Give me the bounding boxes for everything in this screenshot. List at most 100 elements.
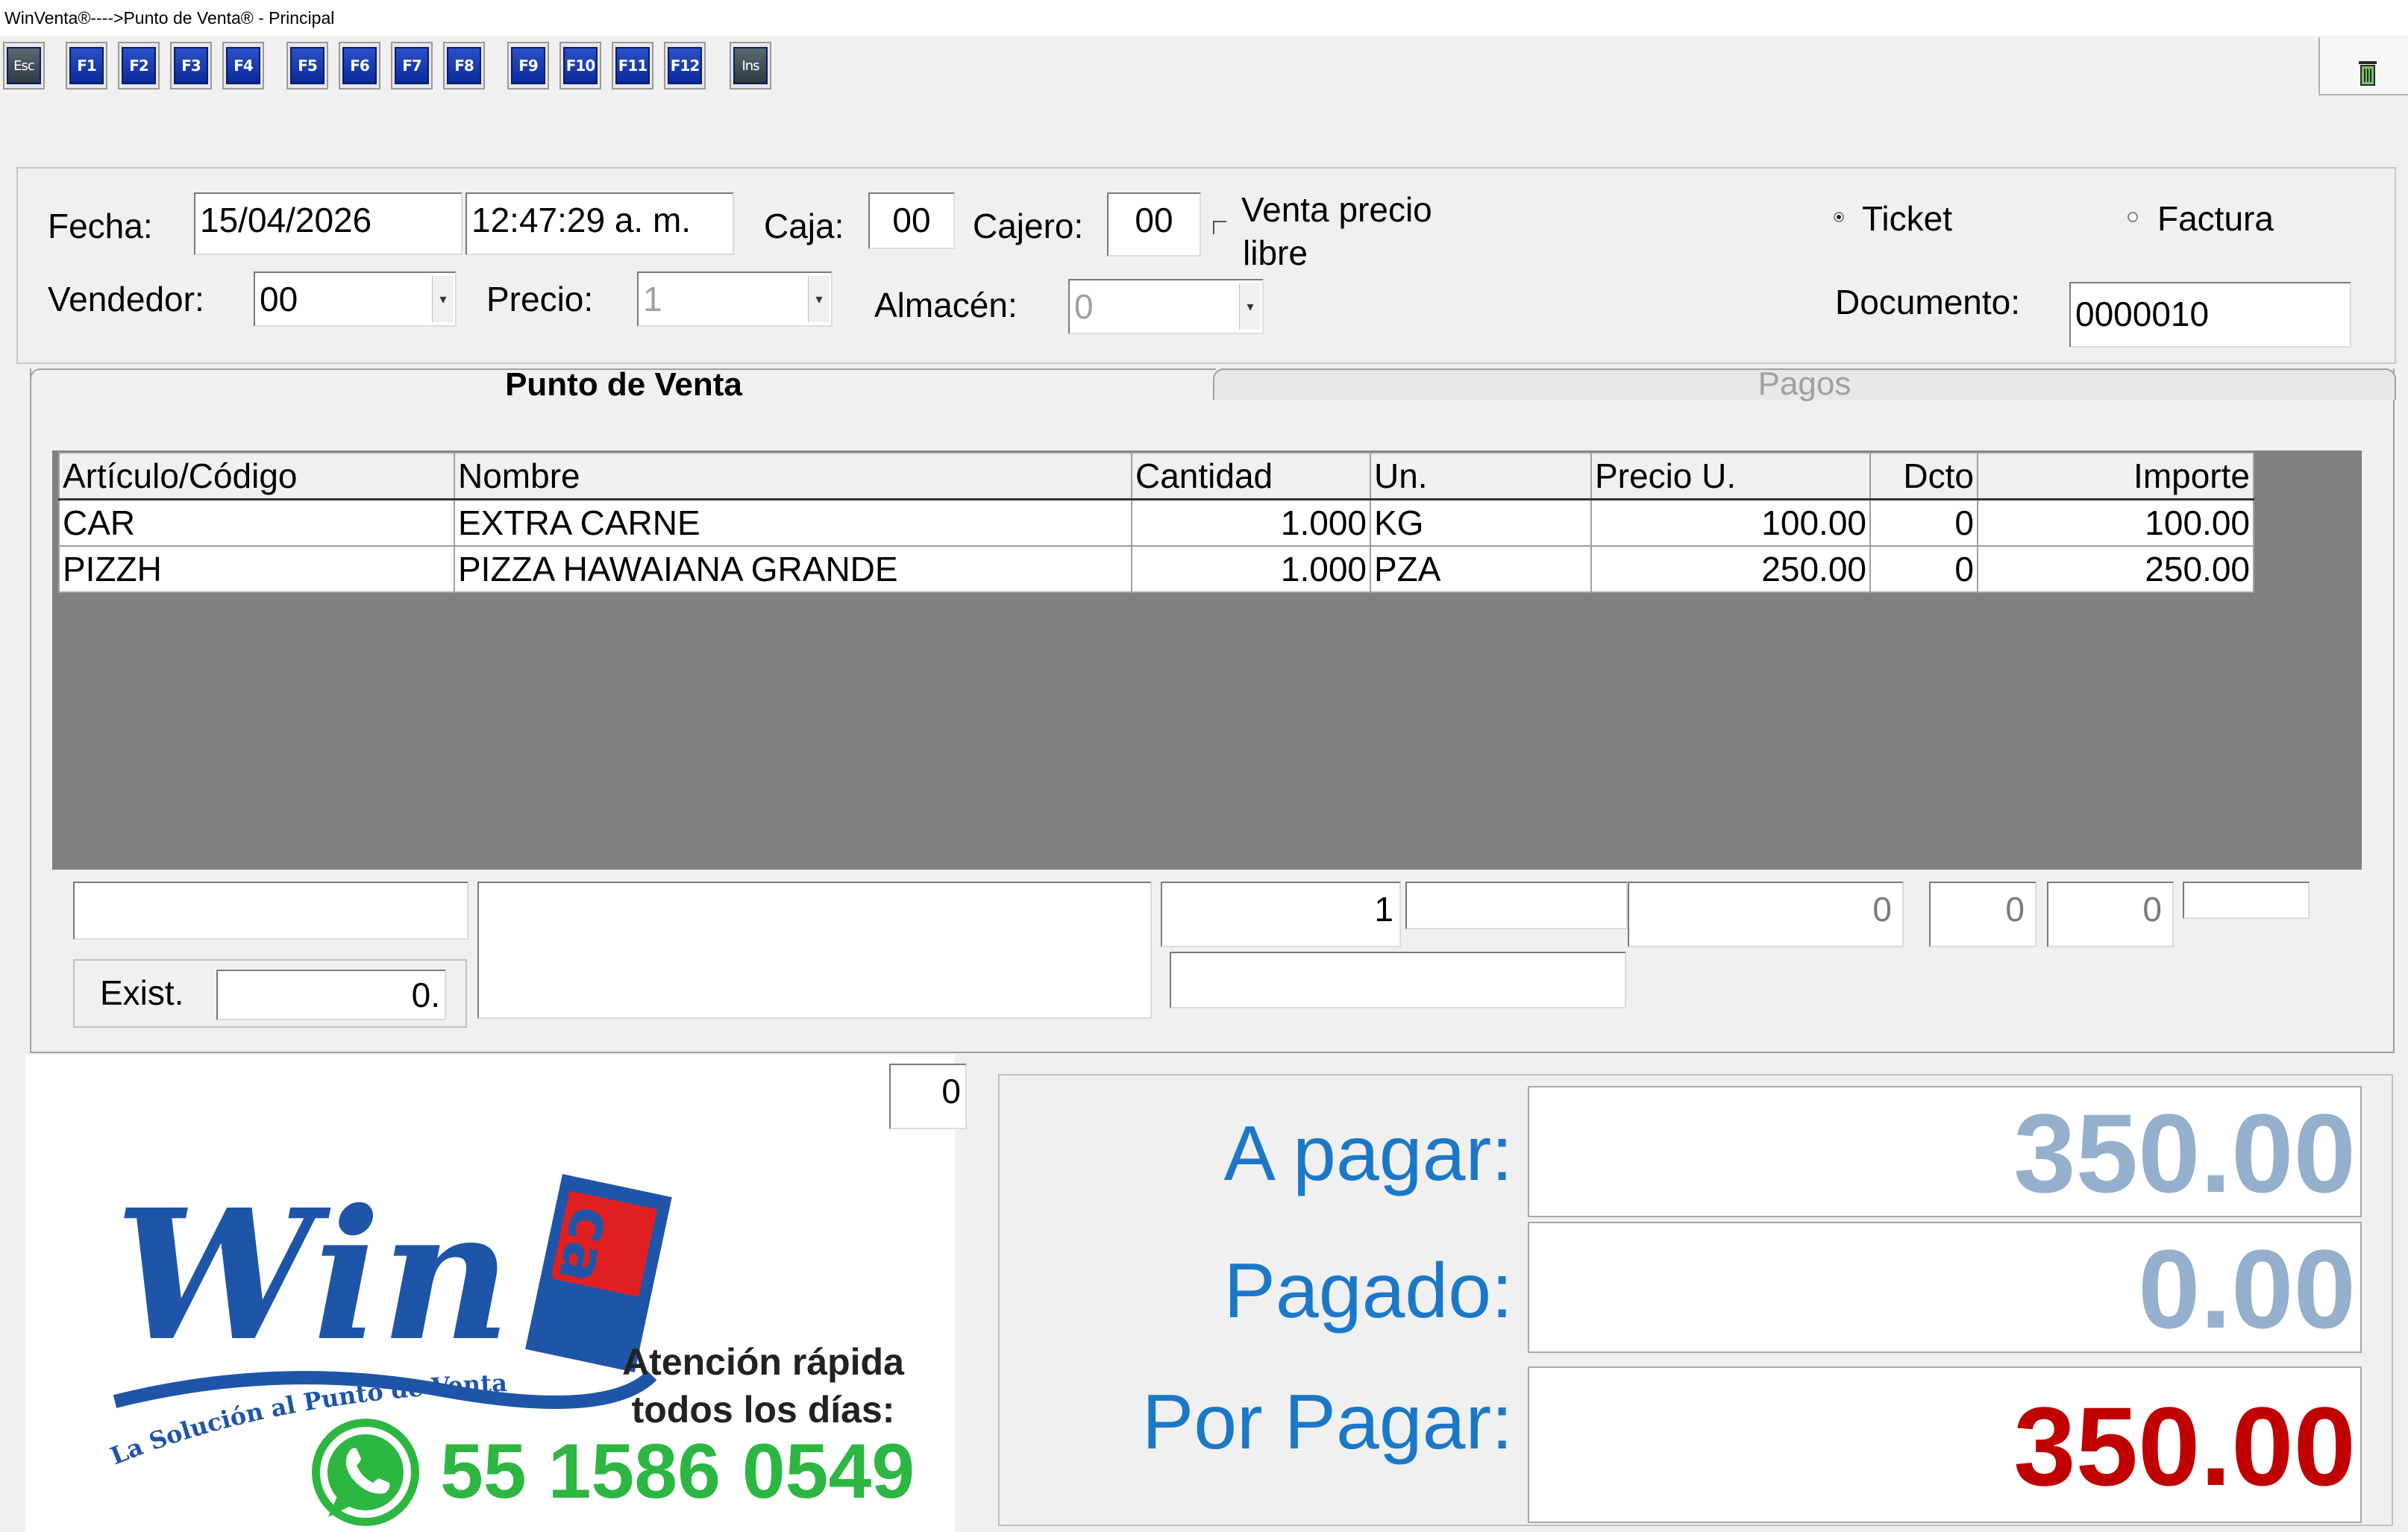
- por-pagar-label: Por Pagar:: [1141, 1379, 1513, 1466]
- f4-key-label: F4: [226, 47, 260, 84]
- extra-entry[interactable]: [2183, 882, 2310, 919]
- notes-entry[interactable]: [1170, 952, 1626, 1008]
- promo-phone: 55 1586 0549: [440, 1428, 915, 1515]
- caja-field[interactable]: 00: [868, 192, 955, 249]
- cell-nombre: PIZZA HAWAIANA GRANDE: [454, 545, 1132, 593]
- caja-label: Caja:: [764, 207, 844, 245]
- promo-line1: Atención rápida: [622, 1341, 904, 1383]
- cell-precio: 250.00: [1590, 545, 1871, 593]
- f2-key-button[interactable]: F2: [118, 42, 160, 90]
- f4-key-button[interactable]: F4: [222, 42, 264, 90]
- almacen-select[interactable]: 0 ▾: [1068, 279, 1264, 334]
- column-header-precio[interactable]: Precio U.: [1590, 452, 1871, 500]
- ticket-label: Ticket: [1862, 199, 1952, 238]
- cell-cantidad: 1.000: [1131, 545, 1371, 593]
- almacen-label: Almacén:: [874, 286, 1018, 324]
- venta-libre-label-line1: Venta precio: [1241, 190, 1432, 229]
- precio-select[interactable]: 1 ▾: [637, 271, 833, 327]
- ins-key-label: Ins: [733, 47, 768, 84]
- f1-key-label: F1: [69, 47, 104, 84]
- f8-key-label: F8: [447, 47, 481, 84]
- ticket-radio[interactable]: [1834, 212, 1844, 222]
- f5-key-button[interactable]: F5: [286, 42, 328, 90]
- vendedor-value: 00: [260, 280, 298, 318]
- exist-label: Exist.: [100, 973, 184, 1012]
- cell-precio: 100.00: [1590, 498, 1871, 547]
- precio-value: 1: [643, 280, 662, 318]
- f11-key-label: F11: [615, 47, 650, 84]
- fecha-field[interactable]: 15/04/2026: [194, 192, 463, 255]
- table-row[interactable]: PIZZH PIZZA HAWAIANA GRANDE 1.000 PZA 25…: [58, 545, 2254, 593]
- nombre-entry[interactable]: [477, 882, 1152, 1019]
- column-header-cantidad[interactable]: Cantidad: [1131, 452, 1371, 500]
- column-header-nombre[interactable]: Nombre: [454, 452, 1132, 500]
- cajero-field[interactable]: 00: [1107, 192, 1201, 257]
- chevron-down-icon: ▾: [808, 276, 830, 322]
- cell-nombre: EXTRA CARNE: [454, 498, 1132, 547]
- factura-radio[interactable]: [2128, 212, 2138, 222]
- importe-entry[interactable]: 0: [2047, 882, 2174, 947]
- trash-button[interactable]: [2318, 37, 2408, 95]
- f5-key-label: F5: [290, 47, 324, 84]
- column-header-articulo[interactable]: Artículo/Código: [58, 452, 455, 500]
- cell-articulo: PIZZH: [58, 545, 455, 593]
- f9-key-button[interactable]: F9: [507, 42, 549, 90]
- factura-label: Factura: [2157, 199, 2274, 238]
- tab-punto-de-venta[interactable]: Punto de Venta: [30, 368, 1216, 401]
- tab-pagos[interactable]: Pagos: [1213, 368, 2396, 401]
- pagado-value: 0.00: [1528, 1222, 2362, 1353]
- cell-unidad: KG: [1370, 498, 1592, 547]
- documento-field[interactable]: 0000010: [2069, 282, 2351, 348]
- fecha-label: Fecha:: [48, 207, 153, 245]
- f1-key-button[interactable]: F1: [66, 42, 107, 90]
- f3-key-button[interactable]: F3: [170, 42, 212, 90]
- vendedor-select[interactable]: 00 ▾: [254, 271, 457, 327]
- cell-dcto: 0: [1869, 498, 1978, 547]
- cantidad-entry[interactable]: 1: [1161, 882, 1401, 947]
- f11-key-button[interactable]: F11: [612, 42, 653, 90]
- window-title: WinVenta®---->Punto de Venta® - Principa…: [0, 0, 2408, 36]
- ins-key-button[interactable]: Ins: [730, 42, 771, 90]
- unidad-entry[interactable]: [1405, 882, 1628, 929]
- precio-label: Precio:: [486, 280, 594, 318]
- venta-libre-checkbox[interactable]: [1213, 221, 1226, 234]
- f10-key-button[interactable]: F10: [559, 42, 601, 90]
- venta-libre-label-line2: libre: [1243, 233, 1308, 272]
- cell-importe: 100.00: [1977, 498, 2254, 547]
- promo-banner: Win caja La Solución al Punto de Venta A…: [25, 1055, 955, 1532]
- dcto-entry[interactable]: 0: [1929, 882, 2037, 947]
- cell-cantidad: 1.000: [1131, 498, 1371, 547]
- hora-field[interactable]: 12:47:29 a. m.: [465, 192, 734, 255]
- pagado-label: Pagado:: [1223, 1248, 1513, 1334]
- venta-libre-label: Venta precio: [1241, 189, 1432, 230]
- f8-key-button[interactable]: F8: [443, 42, 485, 90]
- f6-key-button[interactable]: F6: [339, 42, 380, 90]
- table-header-row: Artículo/Código Nombre Cantidad Un. Prec…: [58, 452, 2254, 500]
- f9-key-label: F9: [511, 47, 545, 84]
- sales-table: Artículo/Código Nombre Cantidad Un. Prec…: [58, 452, 2254, 593]
- precio-entry[interactable]: 0: [1628, 882, 1904, 947]
- column-header-dcto[interactable]: Dcto: [1869, 452, 1978, 500]
- f3-key-label: F3: [174, 47, 208, 84]
- articulo-entry[interactable]: [73, 882, 468, 940]
- cell-importe: 250.00: [1977, 545, 2254, 593]
- f12-key-label: F12: [668, 47, 702, 84]
- column-header-unidad[interactable]: Un.: [1370, 452, 1592, 500]
- chevron-down-icon: ▾: [432, 276, 454, 322]
- promo-line2: todos los días:: [631, 1389, 895, 1431]
- a-pagar-label: A pagar:: [1223, 1111, 1513, 1197]
- f6-key-label: F6: [342, 47, 377, 84]
- almacen-value: 0: [1074, 287, 1094, 326]
- column-header-importe[interactable]: Importe: [1977, 452, 2254, 500]
- cajero-label: Cajero:: [973, 207, 1084, 245]
- documento-label: Documento:: [1835, 283, 2021, 321]
- f2-key-label: F2: [122, 47, 156, 84]
- table-row[interactable]: CAR EXTRA CARNE 1.000 KG 100.00 0 100.00: [58, 498, 2254, 547]
- exist-field: 0.: [216, 970, 446, 1020]
- f7-key-label: F7: [395, 47, 429, 84]
- cell-unidad: PZA: [1370, 545, 1592, 593]
- esc-key-button[interactable]: Esc: [3, 42, 45, 90]
- cell-articulo: CAR: [58, 498, 455, 547]
- f7-key-button[interactable]: F7: [391, 42, 433, 90]
- f12-key-button[interactable]: F12: [664, 42, 706, 90]
